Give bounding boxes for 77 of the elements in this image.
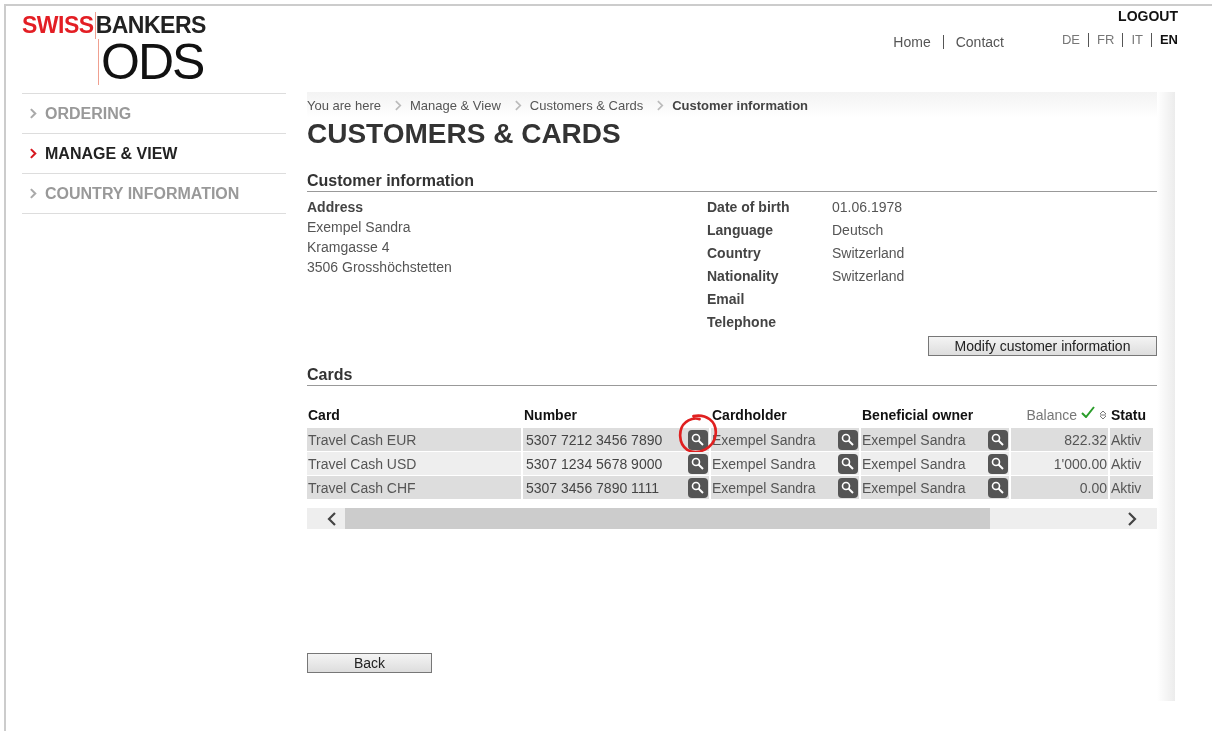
- breadcrumb-label: You are here: [307, 97, 381, 113]
- sidebar-item[interactable]: MANAGE & VIEW: [22, 134, 286, 174]
- chevron-icon: [657, 99, 665, 111]
- search-button[interactable]: [988, 429, 1008, 450]
- field-label: Country: [707, 245, 762, 263]
- table-cell: 1'000.00: [1053, 455, 1107, 472]
- chevron-icon: [30, 108, 37, 119]
- table-cell: Exempel Sandra: [712, 455, 816, 472]
- table-cell: Travel Cash USD: [308, 455, 417, 472]
- scroll-right-icon[interactable]: [1127, 511, 1137, 526]
- field-value: Switzerland: [832, 268, 905, 286]
- table-cell: Exempel Sandra: [862, 431, 966, 448]
- search-button[interactable]: [988, 477, 1008, 498]
- chevron-icon: [30, 188, 37, 199]
- language-link[interactable]: IT: [1131, 32, 1143, 47]
- language-link[interactable]: EN: [1159, 32, 1178, 47]
- section-heading: Customer information: [307, 172, 1157, 192]
- breadcrumb-link[interactable]: Manage & View: [410, 97, 501, 113]
- header-link[interactable]: Contact: [955, 34, 1004, 50]
- table-cell: Exempel Sandra: [862, 479, 966, 496]
- field-value: Switzerland: [832, 245, 905, 263]
- search-button[interactable]: [838, 429, 858, 450]
- table-cell: Exempel Sandra: [862, 455, 966, 472]
- table-cell: Exempel Sandra: [712, 479, 816, 496]
- logo-brand-name: BANKERS: [95, 12, 206, 39]
- column-header: Statu: [1111, 407, 1146, 423]
- field-value: Deutsch: [832, 222, 884, 240]
- field-label: Address: [307, 199, 365, 215]
- sort-icon[interactable]: [1099, 410, 1107, 420]
- search-button[interactable]: [688, 477, 708, 498]
- page-title: CUSTOMERS & CARDS: [307, 118, 622, 151]
- table-cell: Travel Cash CHF: [308, 479, 416, 496]
- horizontal-scrollbar[interactable]: [307, 508, 1157, 529]
- field-label: Email: [707, 291, 746, 309]
- search-button[interactable]: [688, 453, 708, 474]
- chevron-icon: [30, 148, 37, 159]
- checkmark-icon: [1081, 406, 1095, 418]
- table-cell: 0.00: [1079, 479, 1107, 496]
- section-heading: Cards: [307, 366, 1157, 386]
- table-cell: 5307 7212 3456 7890: [526, 431, 663, 448]
- column-header[interactable]: Balance: [1026, 407, 1077, 423]
- logo-product: ODS: [98, 39, 204, 85]
- chevron-icon: [395, 99, 402, 111]
- search-button[interactable]: [688, 429, 708, 450]
- field-label: Date of birth: [707, 199, 791, 217]
- table-cell: 5307 1234 5678 9000: [526, 455, 663, 472]
- column-header: Cardholder: [712, 407, 787, 423]
- language-link[interactable]: FR: [1097, 32, 1115, 47]
- breadcrumb-current: Customer information: [672, 97, 809, 113]
- address-line: Kramgasse 4: [307, 239, 391, 255]
- back-button[interactable]: Back: [307, 653, 432, 673]
- table-cell: 5307 3456 7890 1111: [526, 479, 660, 496]
- header-link[interactable]: Home: [893, 34, 931, 50]
- field-label: Telephone: [707, 314, 777, 332]
- modify-customer-button[interactable]: Modify customer information: [928, 336, 1157, 356]
- search-button[interactable]: [838, 477, 858, 498]
- chevron-icon: [514, 99, 522, 111]
- search-button[interactable]: [838, 453, 858, 474]
- table-cell: Aktiv: [1111, 455, 1142, 472]
- breadcrumb-link[interactable]: Customers & Cards: [529, 97, 644, 113]
- table-cell: Aktiv: [1111, 479, 1142, 496]
- address-line: 3506 Grosshöchstetten: [307, 259, 453, 275]
- field-label: Nationality: [707, 268, 780, 286]
- language-link[interactable]: DE: [1061, 32, 1081, 47]
- logo-brand: SWISS: [22, 12, 96, 39]
- scroll-left-icon[interactable]: [327, 511, 337, 526]
- field-label: Language: [707, 222, 775, 240]
- address-line: Exempel Sandra: [307, 219, 412, 235]
- column-header: Number: [524, 407, 577, 423]
- search-button[interactable]: [988, 453, 1008, 474]
- table-cell: 822.32: [1064, 431, 1107, 448]
- field-value: 01.06.1978: [832, 199, 903, 217]
- table-cell: Aktiv: [1111, 431, 1142, 448]
- column-header: Card: [308, 407, 340, 423]
- column-header: Beneficial owner: [862, 407, 974, 423]
- table-cell: Travel Cash EUR: [308, 431, 417, 448]
- logout-link[interactable]: LOGOUT: [1118, 8, 1178, 24]
